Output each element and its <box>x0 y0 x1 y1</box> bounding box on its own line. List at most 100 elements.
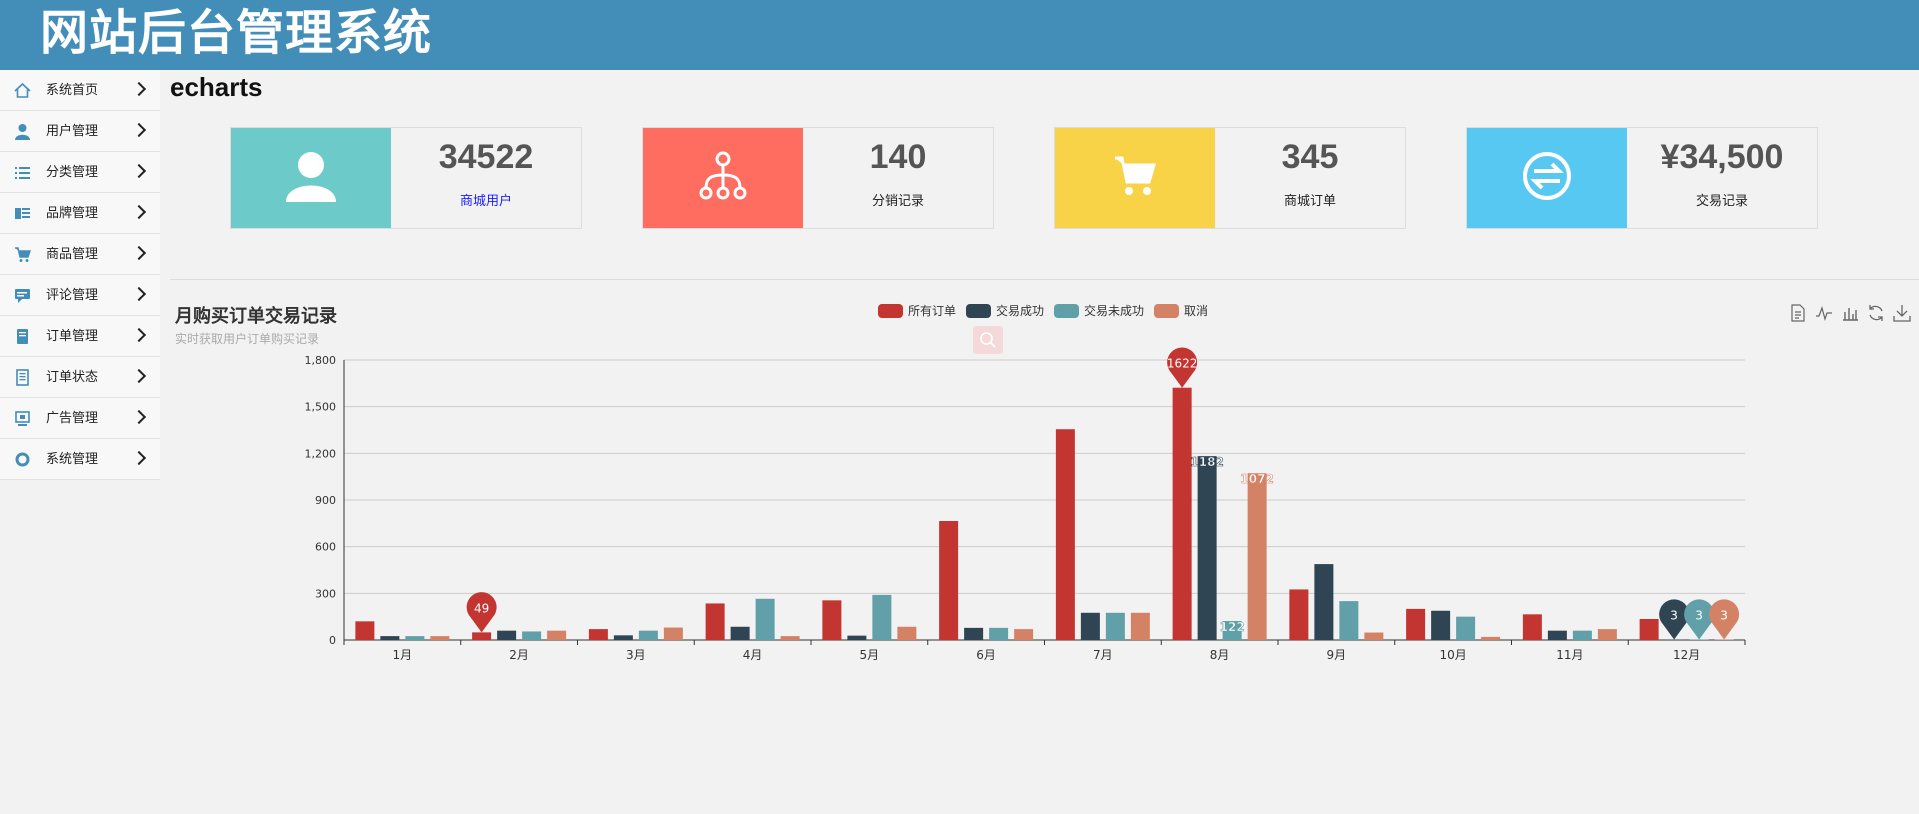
chart-bar <box>547 630 567 640</box>
gear-icon <box>14 451 31 468</box>
page-title: echarts <box>170 72 263 102</box>
sitemap-icon <box>698 151 748 205</box>
x-tick-label: 12月 <box>1673 648 1700 662</box>
sidebar-item[interactable]: 系统首页 <box>0 70 160 111</box>
chart-bar <box>1314 564 1334 640</box>
chart-bar <box>730 626 750 640</box>
legend-swatch <box>1054 303 1080 318</box>
divider <box>170 279 1919 280</box>
y-tick-label: 900 <box>315 494 336 507</box>
brand-icon <box>14 205 31 222</box>
legend-item[interactable]: 所有订单 <box>878 302 956 319</box>
order-icon <box>14 328 31 345</box>
chart-bar <box>522 631 542 640</box>
stat-card-tile <box>1055 128 1215 228</box>
stat-card-tile <box>1467 128 1627 228</box>
chart-bar <box>472 632 492 640</box>
chart-title: 月购买订单交易记录 <box>175 306 337 327</box>
sidebar-item-label: 分类管理 <box>46 165 99 180</box>
chart-bar <box>755 598 775 640</box>
stat-card-tile <box>231 128 391 228</box>
y-tick-label: 300 <box>315 587 336 600</box>
y-tick-label: 1,500 <box>305 401 337 414</box>
bar-chart-icon[interactable] <box>1841 304 1859 322</box>
bar-value-label: 122 <box>1220 620 1245 634</box>
sidebar-item-label: 用户管理 <box>46 124 99 139</box>
sidebar-item[interactable]: 分类管理 <box>0 152 160 193</box>
sidebar-item-label: 订单管理 <box>46 329 99 344</box>
sidebar-item-label: 订单状态 <box>46 370 99 385</box>
chevron-right-icon <box>131 368 147 384</box>
comment-icon <box>14 287 31 304</box>
legend-item[interactable]: 交易未成功 <box>1054 302 1144 319</box>
stat-card[interactable]: 345 商城订单 <box>1054 127 1406 229</box>
user-icon <box>283 148 339 208</box>
legend-label: 取消 <box>1184 304 1209 318</box>
chart-bar <box>1456 616 1476 640</box>
mark-point-pin <box>466 592 497 633</box>
list-icon <box>14 164 31 181</box>
sidebar-item[interactable]: 广告管理 <box>0 398 160 439</box>
legend-item[interactable]: 取消 <box>1154 302 1208 319</box>
mark-point-label: 49 <box>474 601 489 615</box>
save-image-icon[interactable] <box>1893 304 1911 322</box>
sidebar-item-label: 品牌管理 <box>46 206 99 221</box>
chart-bar <box>1639 619 1659 640</box>
sidebar-item[interactable]: 用户管理 <box>0 111 160 152</box>
stat-card-value: 34522 <box>438 138 534 176</box>
chevron-right-icon <box>131 286 147 302</box>
document-icon <box>14 369 31 386</box>
sidebar-item[interactable]: 商品管理 <box>0 234 160 275</box>
mark-point-label: 3 <box>1695 609 1703 623</box>
chart-bar <box>1055 429 1075 640</box>
restore-icon[interactable] <box>1867 304 1885 322</box>
sidebar-item[interactable]: 品牌管理 <box>0 193 160 234</box>
chart-bar <box>897 626 917 640</box>
chevron-right-icon <box>131 450 147 466</box>
stat-card-value: 345 <box>1281 138 1339 176</box>
chart-bar <box>1289 589 1309 640</box>
bar-value-label: 1072 <box>1240 472 1273 486</box>
line-chart-icon[interactable] <box>1815 304 1833 322</box>
x-tick-label: 11月 <box>1556 648 1583 662</box>
sidebar-item[interactable]: 评论管理 <box>0 275 160 316</box>
stat-card[interactable]: 34522 商城用户 <box>230 127 582 229</box>
stat-card-caption: 分销记录 <box>871 194 924 209</box>
chart-bar <box>1080 612 1100 640</box>
y-tick-label: 0 <box>329 634 336 647</box>
chart-bar <box>1522 614 1542 640</box>
sidebar-item-label: 系统管理 <box>46 452 99 467</box>
chart-bar <box>964 627 984 640</box>
y-tick-label: 1,800 <box>305 354 337 367</box>
stat-card-tile <box>643 128 803 228</box>
chart-bar <box>847 635 867 640</box>
exchange-icon <box>1521 150 1573 206</box>
ad-icon <box>14 410 31 427</box>
legend-item[interactable]: 交易成功 <box>966 302 1044 319</box>
x-tick-label: 3月 <box>626 648 646 662</box>
mark-point-label: 1622 <box>1167 357 1198 371</box>
chart-bar <box>1572 630 1592 640</box>
mark-point-label: 3 <box>1720 609 1728 623</box>
sidebar-item[interactable]: 订单状态 <box>0 357 160 398</box>
mark-point-pin <box>1167 347 1198 388</box>
stat-card[interactable]: 140 分销记录 <box>642 127 994 229</box>
stat-card[interactable]: ¥34,500 交易记录 <box>1466 127 1818 229</box>
chart-bar <box>1481 636 1501 640</box>
chart-bar <box>1014 629 1034 640</box>
bar-value-label: 1182 <box>1190 455 1223 469</box>
sidebar-item-label: 商品管理 <box>46 247 99 262</box>
zoom-icon[interactable] <box>973 326 1003 354</box>
stat-card-value: 140 <box>869 138 927 176</box>
legend-label: 所有订单 <box>908 304 957 318</box>
sidebar-item[interactable]: 订单管理 <box>0 316 160 357</box>
mark-point-pin <box>1684 599 1715 640</box>
x-tick-label: 9月 <box>1327 648 1347 662</box>
chart-bar <box>380 636 400 640</box>
chevron-right-icon <box>131 122 147 138</box>
sidebar-item[interactable]: 系统管理 <box>0 439 160 480</box>
chart-bar <box>780 636 800 640</box>
x-tick-label: 5月 <box>860 648 880 662</box>
data-view-icon[interactable] <box>1789 304 1807 322</box>
chart-bar <box>872 594 892 640</box>
